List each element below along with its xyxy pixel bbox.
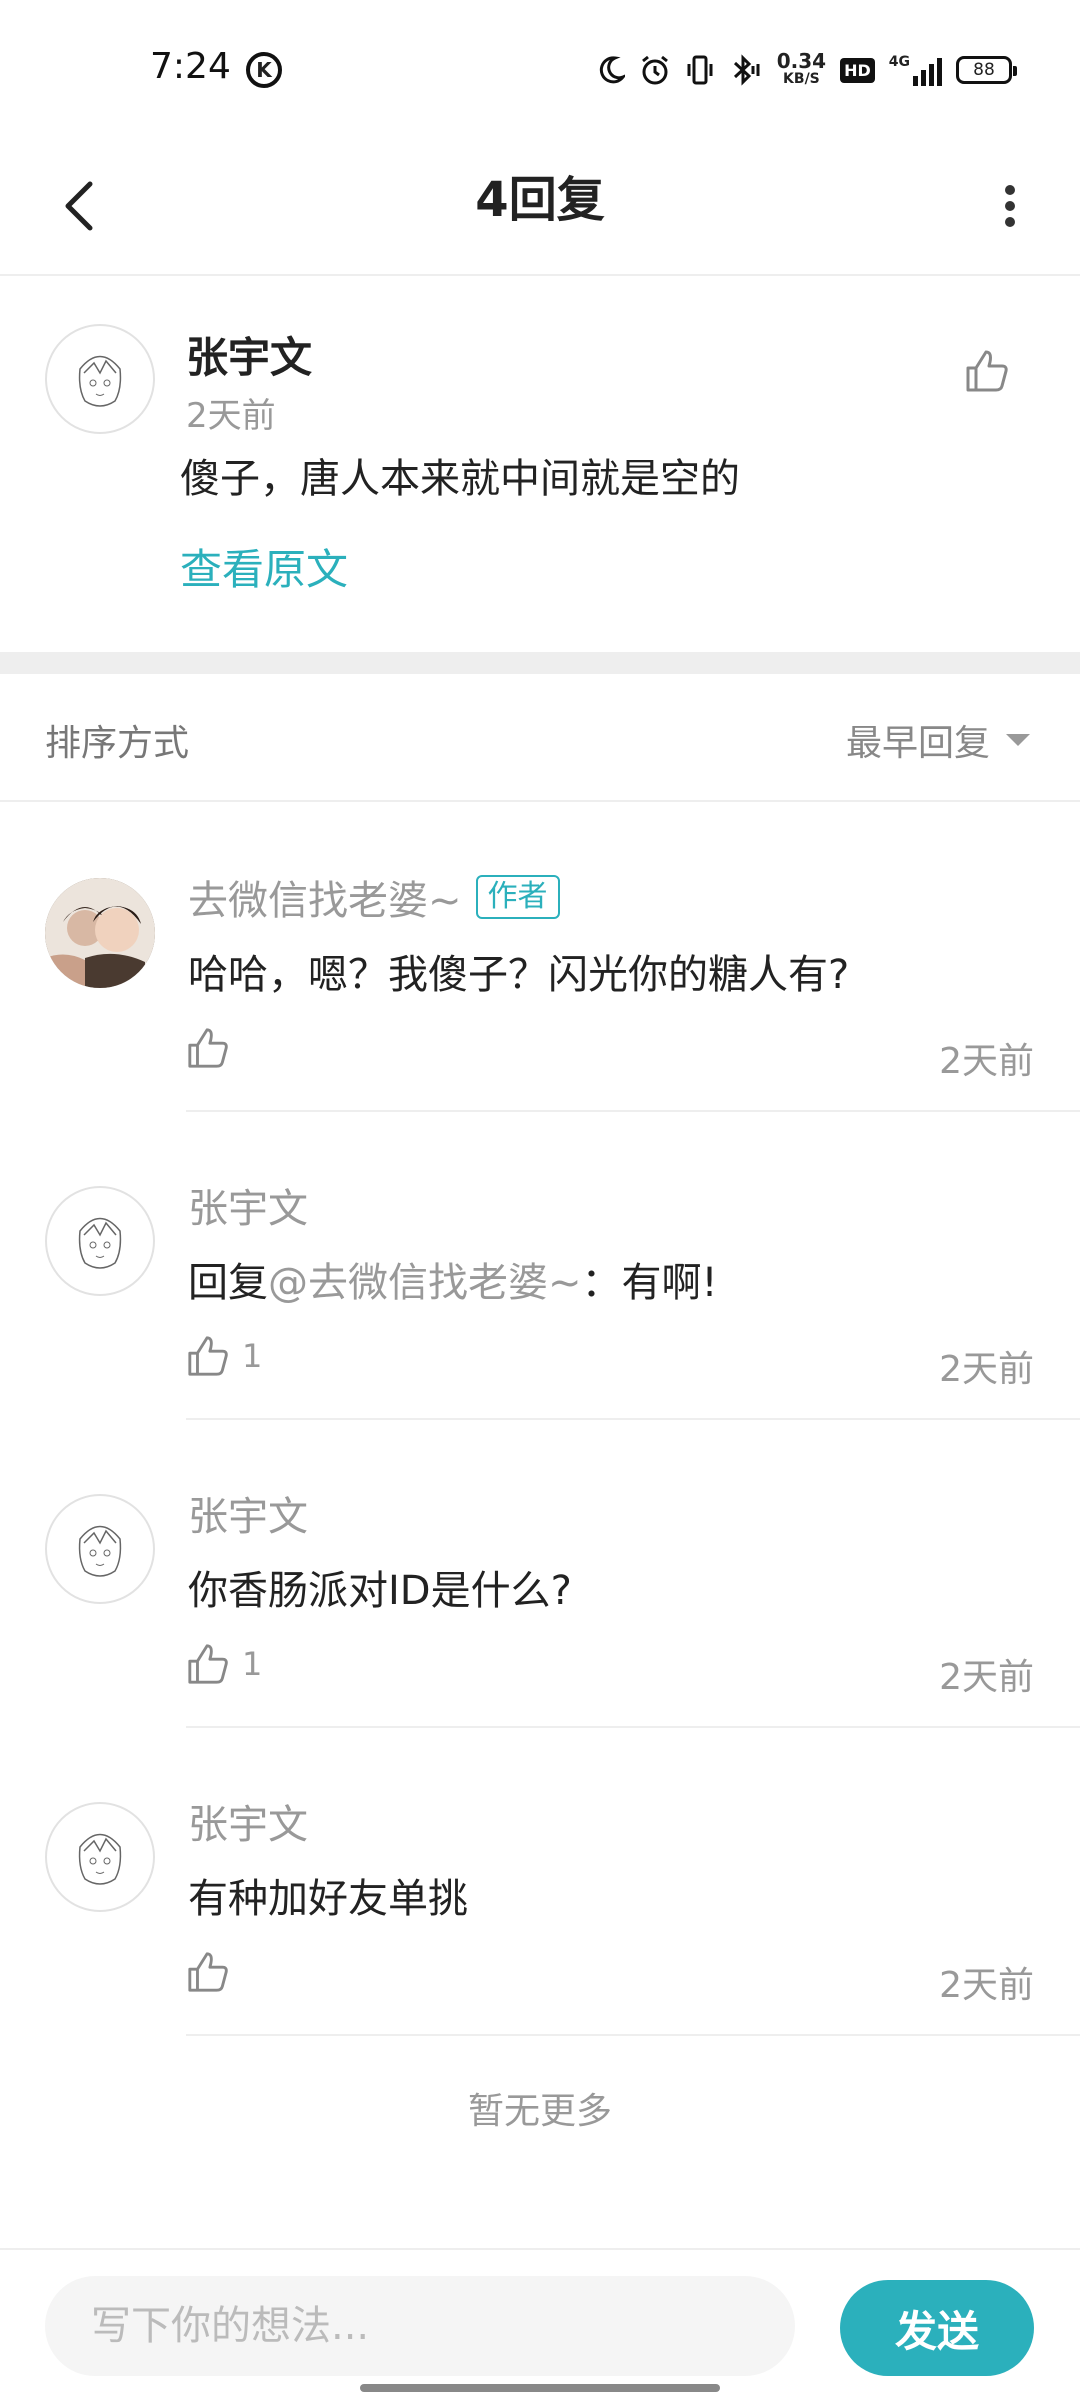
section-divider bbox=[0, 652, 1080, 674]
k-badge-icon: K bbox=[246, 52, 282, 88]
thumbs-up-icon bbox=[188, 1644, 228, 1684]
hd-icon: HD bbox=[840, 57, 875, 83]
like-button[interactable]: 1 bbox=[186, 1334, 262, 1378]
like-button[interactable] bbox=[186, 1026, 242, 1070]
reply-text: 哈哈，嗯？我傻子？闪光你的糖人有? bbox=[188, 952, 850, 998]
like-button[interactable] bbox=[964, 348, 1010, 398]
more-vertical-icon bbox=[1005, 185, 1015, 227]
reply-time: 2天前 bbox=[939, 1965, 1034, 2006]
sort-label: 排序方式 bbox=[45, 723, 190, 764]
reply-text: 有种加好友单挑 bbox=[188, 1876, 468, 1922]
status-time: 7:24 bbox=[150, 46, 231, 87]
reply-author[interactable]: 去微信找老婆~ 作者 bbox=[188, 868, 560, 926]
original-comment: 张宇文 2天前 傻子，唐人本来就中间就是空的 查看原文 bbox=[0, 278, 1080, 652]
reply-item: 张宇文 有种加好友单挑 2天前 bbox=[0, 1728, 1080, 2036]
page-title: 4回复 bbox=[475, 172, 605, 228]
anime-avatar-icon bbox=[78, 1833, 122, 1885]
home-indicator[interactable] bbox=[360, 2384, 720, 2392]
comment-input[interactable] bbox=[45, 2276, 795, 2376]
vibrate-icon bbox=[687, 55, 713, 85]
avatar[interactable] bbox=[45, 1186, 155, 1296]
status-bar: 7:24 K 0.34 KB/S HD 4G 88 bbox=[0, 0, 1080, 136]
more-options-button[interactable] bbox=[970, 166, 1050, 246]
like-count: 1 bbox=[242, 1645, 263, 1683]
reply-time: 2天前 bbox=[939, 1041, 1034, 1082]
avatar[interactable] bbox=[45, 878, 155, 988]
divider bbox=[186, 2034, 1080, 2036]
alarm-icon bbox=[641, 55, 668, 85]
status-icons: 0.34 KB/S HD 4G 88 bbox=[597, 48, 1017, 92]
network-speed: 0.34 KB/S bbox=[776, 49, 827, 87]
reply-author[interactable]: 张宇文 bbox=[188, 1792, 308, 1850]
comment-time: 2天前 bbox=[186, 396, 276, 436]
thumbs-up-icon bbox=[188, 1028, 228, 1068]
reply-author-name: 张宇文 bbox=[188, 1494, 308, 1540]
reply-item: 张宇文 回复@去微信找老婆~：有啊! 1 2天前 bbox=[0, 1112, 1080, 1420]
sort-dropdown[interactable]: 最早回复 bbox=[846, 714, 1030, 766]
avatar[interactable] bbox=[45, 1494, 155, 1604]
like-count: 1 bbox=[242, 1337, 263, 1375]
reply-time: 2天前 bbox=[939, 1349, 1034, 1390]
photo-avatar-icon bbox=[45, 878, 155, 988]
reply-author-name: 张宇文 bbox=[188, 1802, 308, 1848]
anime-avatar-icon bbox=[78, 355, 122, 407]
view-original-link[interactable]: 查看原文 bbox=[180, 536, 348, 597]
thumbs-up-icon bbox=[188, 1952, 228, 1992]
author-badge: 作者 bbox=[475, 875, 560, 919]
reply-text: 回复@去微信找老婆~：有啊! bbox=[188, 1250, 718, 1308]
reply-item: 去微信找老婆~ 作者 哈哈，嗯？我傻子？闪光你的糖人有? 2天前 bbox=[0, 804, 1080, 1112]
battery-icon: 88 bbox=[956, 56, 1017, 84]
reply-author[interactable]: 张宇文 bbox=[188, 1484, 308, 1542]
reply-author[interactable]: 张宇文 bbox=[188, 1176, 308, 1234]
comment-author[interactable]: 张宇文 bbox=[186, 324, 312, 385]
avatar[interactable] bbox=[45, 324, 155, 434]
no-more-text: 暂无更多 bbox=[467, 2091, 612, 2132]
caret-down-icon bbox=[1006, 734, 1030, 746]
thumbs-up-icon bbox=[188, 1336, 228, 1376]
reply-author-name: 张宇文 bbox=[188, 1186, 308, 1232]
sort-value: 最早回复 bbox=[845, 723, 990, 764]
reply-prefix: 回复 bbox=[188, 1260, 268, 1306]
nav-header: 4回复 bbox=[0, 136, 1080, 276]
like-button[interactable]: 1 bbox=[186, 1642, 262, 1686]
bluetooth-icon bbox=[733, 54, 760, 86]
avatar[interactable] bbox=[45, 1802, 155, 1912]
reply-text: 你香肠派对ID是什么? bbox=[188, 1568, 572, 1614]
like-button[interactable] bbox=[186, 1950, 242, 1994]
send-button[interactable]: 发送 bbox=[840, 2280, 1034, 2376]
reply-item: 张宇文 你香肠派对ID是什么? 1 2天前 bbox=[0, 1420, 1080, 1728]
anime-avatar-icon bbox=[78, 1217, 122, 1269]
signal-icon: 4G bbox=[889, 54, 942, 86]
thumbs-up-icon bbox=[966, 350, 1008, 392]
reply-body: ：有啊! bbox=[581, 1260, 718, 1306]
reply-author-name: 去微信找老婆~ bbox=[188, 878, 462, 924]
moon-icon bbox=[599, 56, 625, 84]
reply-time: 2天前 bbox=[939, 1657, 1034, 1698]
mention-link[interactable]: @去微信找老婆~ bbox=[268, 1260, 582, 1306]
anime-avatar-icon bbox=[78, 1525, 122, 1577]
comment-input-bar: 发送 bbox=[0, 2248, 1080, 2400]
sort-bar: 排序方式 最早回复 bbox=[0, 674, 1080, 802]
comment-text: 傻子，唐人本来就中间就是空的 bbox=[180, 456, 740, 502]
